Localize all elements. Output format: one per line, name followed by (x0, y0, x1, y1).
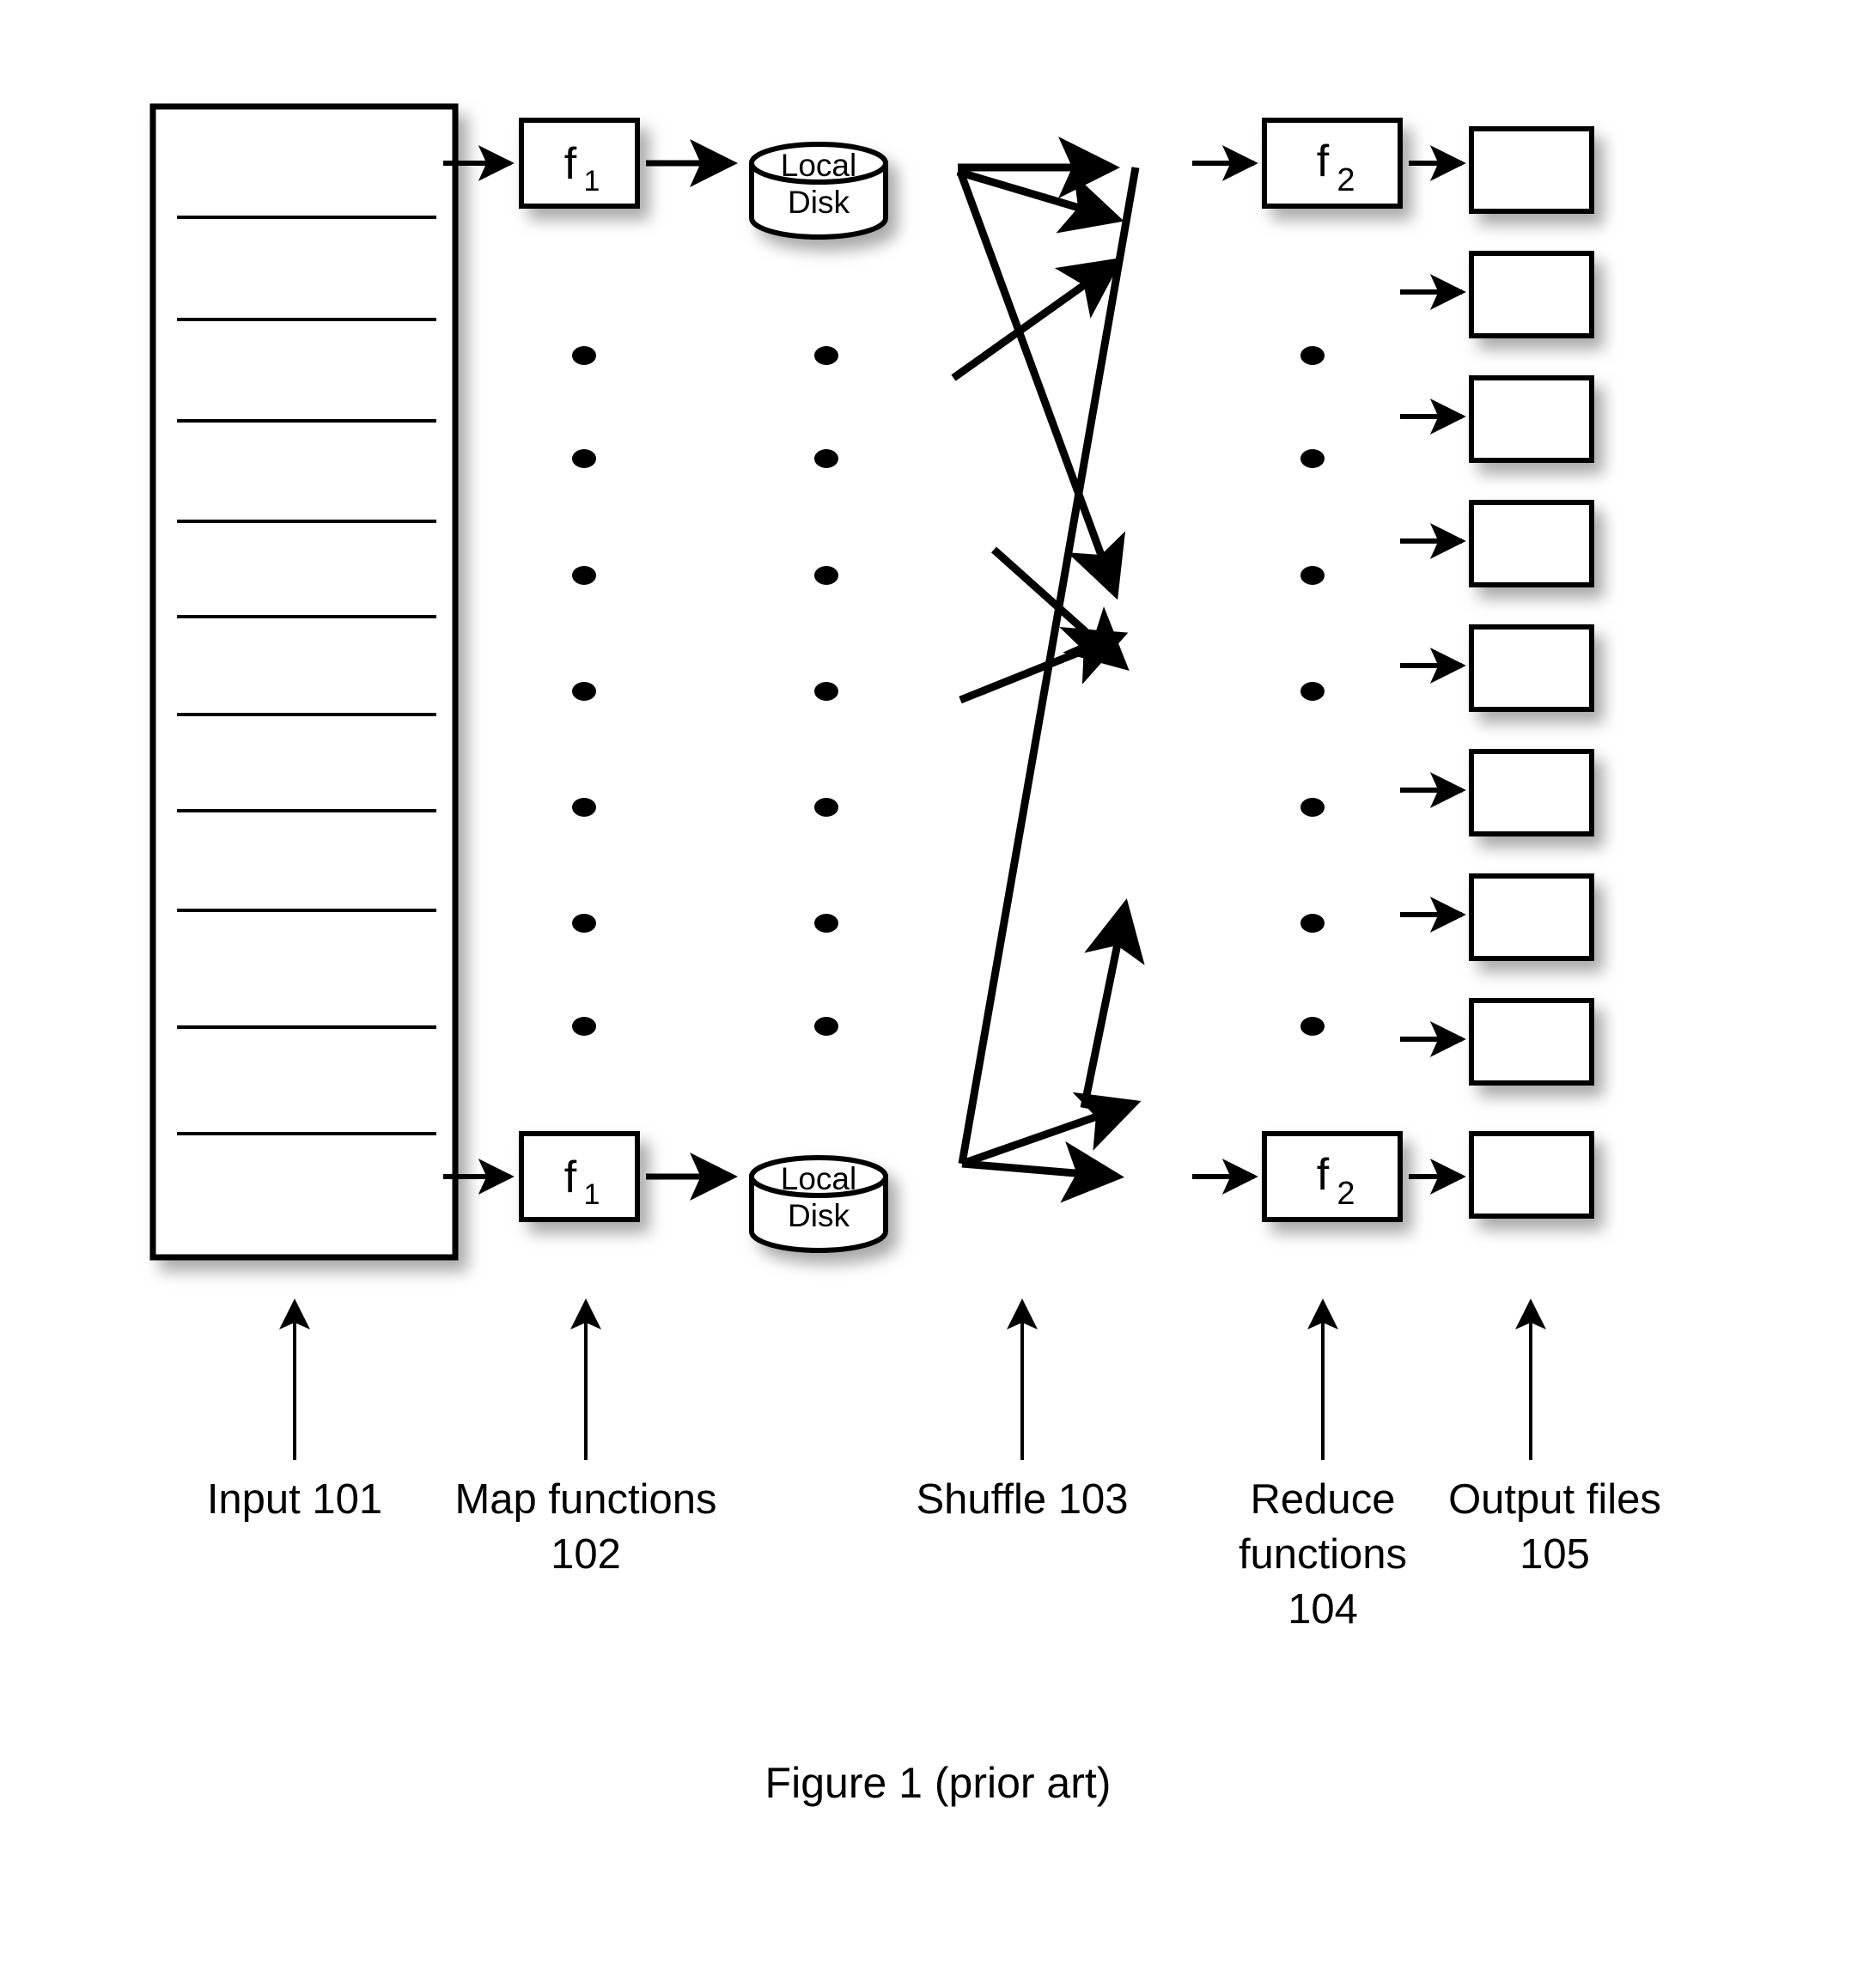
shuffle-arrow (956, 167, 1124, 234)
output-file-box (1469, 500, 1594, 587)
ellipsis-dot (814, 449, 838, 468)
ellipsis-dot (1300, 1017, 1325, 1036)
figure-page: f 1 f 1 Local Disk Local Disk f 2 f 2 In… (0, 0, 1876, 1977)
ellipsis-dot (572, 798, 596, 817)
ellipsis-dot (1300, 682, 1325, 701)
ellipsis-dot (572, 346, 596, 365)
label-callout-arrows (279, 1299, 1546, 1460)
reduce-function-subscript: 2 (1337, 162, 1355, 198)
output-file-boxes (1469, 126, 1594, 1219)
reduce-function-subscript: 2 (1337, 1176, 1355, 1212)
local-disk-label-line1: Local (781, 148, 856, 183)
label-reduce-line2: functions (1239, 1531, 1407, 1578)
shuffle-arrow (1080, 898, 1145, 1109)
ellipsis-dot (572, 566, 596, 585)
reduce-function-symbol: f (1317, 137, 1330, 186)
disk-ellipsis-dots (814, 346, 838, 1036)
input-block (149, 103, 459, 1261)
label-shuffle: Shuffle 103 (916, 1476, 1128, 1523)
map-function-subscript: 1 (584, 1178, 600, 1211)
ellipsis-dot (814, 566, 838, 585)
ellipsis-dot (814, 1017, 838, 1036)
ellipsis-dot (814, 346, 838, 365)
local-disk-top: Local Disk (749, 142, 888, 240)
map-function-box-top: f 1 (519, 118, 640, 209)
ellipsis-dot (814, 682, 838, 701)
shuffle-arrow (951, 257, 1124, 381)
reduce-to-output-arrows (1400, 145, 1466, 1195)
ellipsis-dot (1300, 798, 1325, 817)
output-file-box (1469, 1131, 1594, 1219)
map-to-disk-arrows (646, 139, 738, 1201)
local-disk-label-line2: Disk (788, 1198, 850, 1233)
figure-caption: Figure 1 (prior art) (765, 1759, 1112, 1807)
shuffle-arrow (960, 1092, 1142, 1168)
label-map-line1: Map functions (454, 1476, 716, 1523)
label-input: Input 101 (207, 1476, 382, 1523)
ellipsis-dot (1300, 346, 1325, 365)
map-ellipsis-dots (572, 346, 596, 1036)
label-reduce-line3: 104 (1288, 1586, 1358, 1633)
map-function-symbol: f (564, 139, 577, 189)
output-file-box (1469, 624, 1594, 712)
output-file-box (1469, 375, 1594, 463)
shuffle-arrow (961, 1141, 1124, 1203)
shuffle-to-reduce-arrows (1192, 145, 1258, 1195)
output-file-box (1469, 873, 1594, 961)
local-disk-bottom: Local Disk (749, 1155, 888, 1253)
local-disk-label-line2: Disk (788, 185, 850, 220)
label-reduce-line1: Reduce (1251, 1476, 1396, 1523)
ellipsis-dot (1300, 914, 1325, 933)
reduce-ellipsis-dots (1300, 346, 1325, 1036)
shuffle-line (958, 167, 1140, 1165)
local-disk-label-line1: Local (781, 1161, 856, 1196)
label-output-line1: Output files (1448, 1476, 1661, 1523)
ellipsis-dot (814, 914, 838, 933)
shuffle-arrows (951, 137, 1145, 1203)
map-function-symbol: f (564, 1153, 577, 1202)
output-file-box (1469, 251, 1594, 338)
label-map-line2: 102 (551, 1531, 621, 1578)
label-output-line2: 105 (1520, 1531, 1590, 1578)
ellipsis-dot (572, 449, 596, 468)
ellipsis-dot (1300, 566, 1325, 585)
ellipsis-dot (572, 1017, 596, 1036)
ellipsis-dot (572, 914, 596, 933)
reduce-function-symbol: f (1317, 1150, 1330, 1200)
output-file-box (1469, 749, 1594, 836)
map-function-subscript: 1 (584, 165, 600, 198)
ellipsis-dot (814, 798, 838, 817)
ellipsis-dot (1300, 449, 1325, 468)
output-file-box (1469, 126, 1594, 214)
map-function-box-bottom: f 1 (519, 1131, 640, 1222)
shuffle-arrow (956, 170, 1126, 600)
reduce-function-box-bottom: f 2 (1262, 1131, 1403, 1222)
ellipsis-dot (572, 682, 596, 701)
mapreduce-diagram: f 1 f 1 Local Disk Local Disk f 2 f 2 In… (149, 103, 1661, 1807)
output-file-box (1469, 998, 1594, 1086)
reduce-function-box-top: f 2 (1262, 118, 1403, 209)
